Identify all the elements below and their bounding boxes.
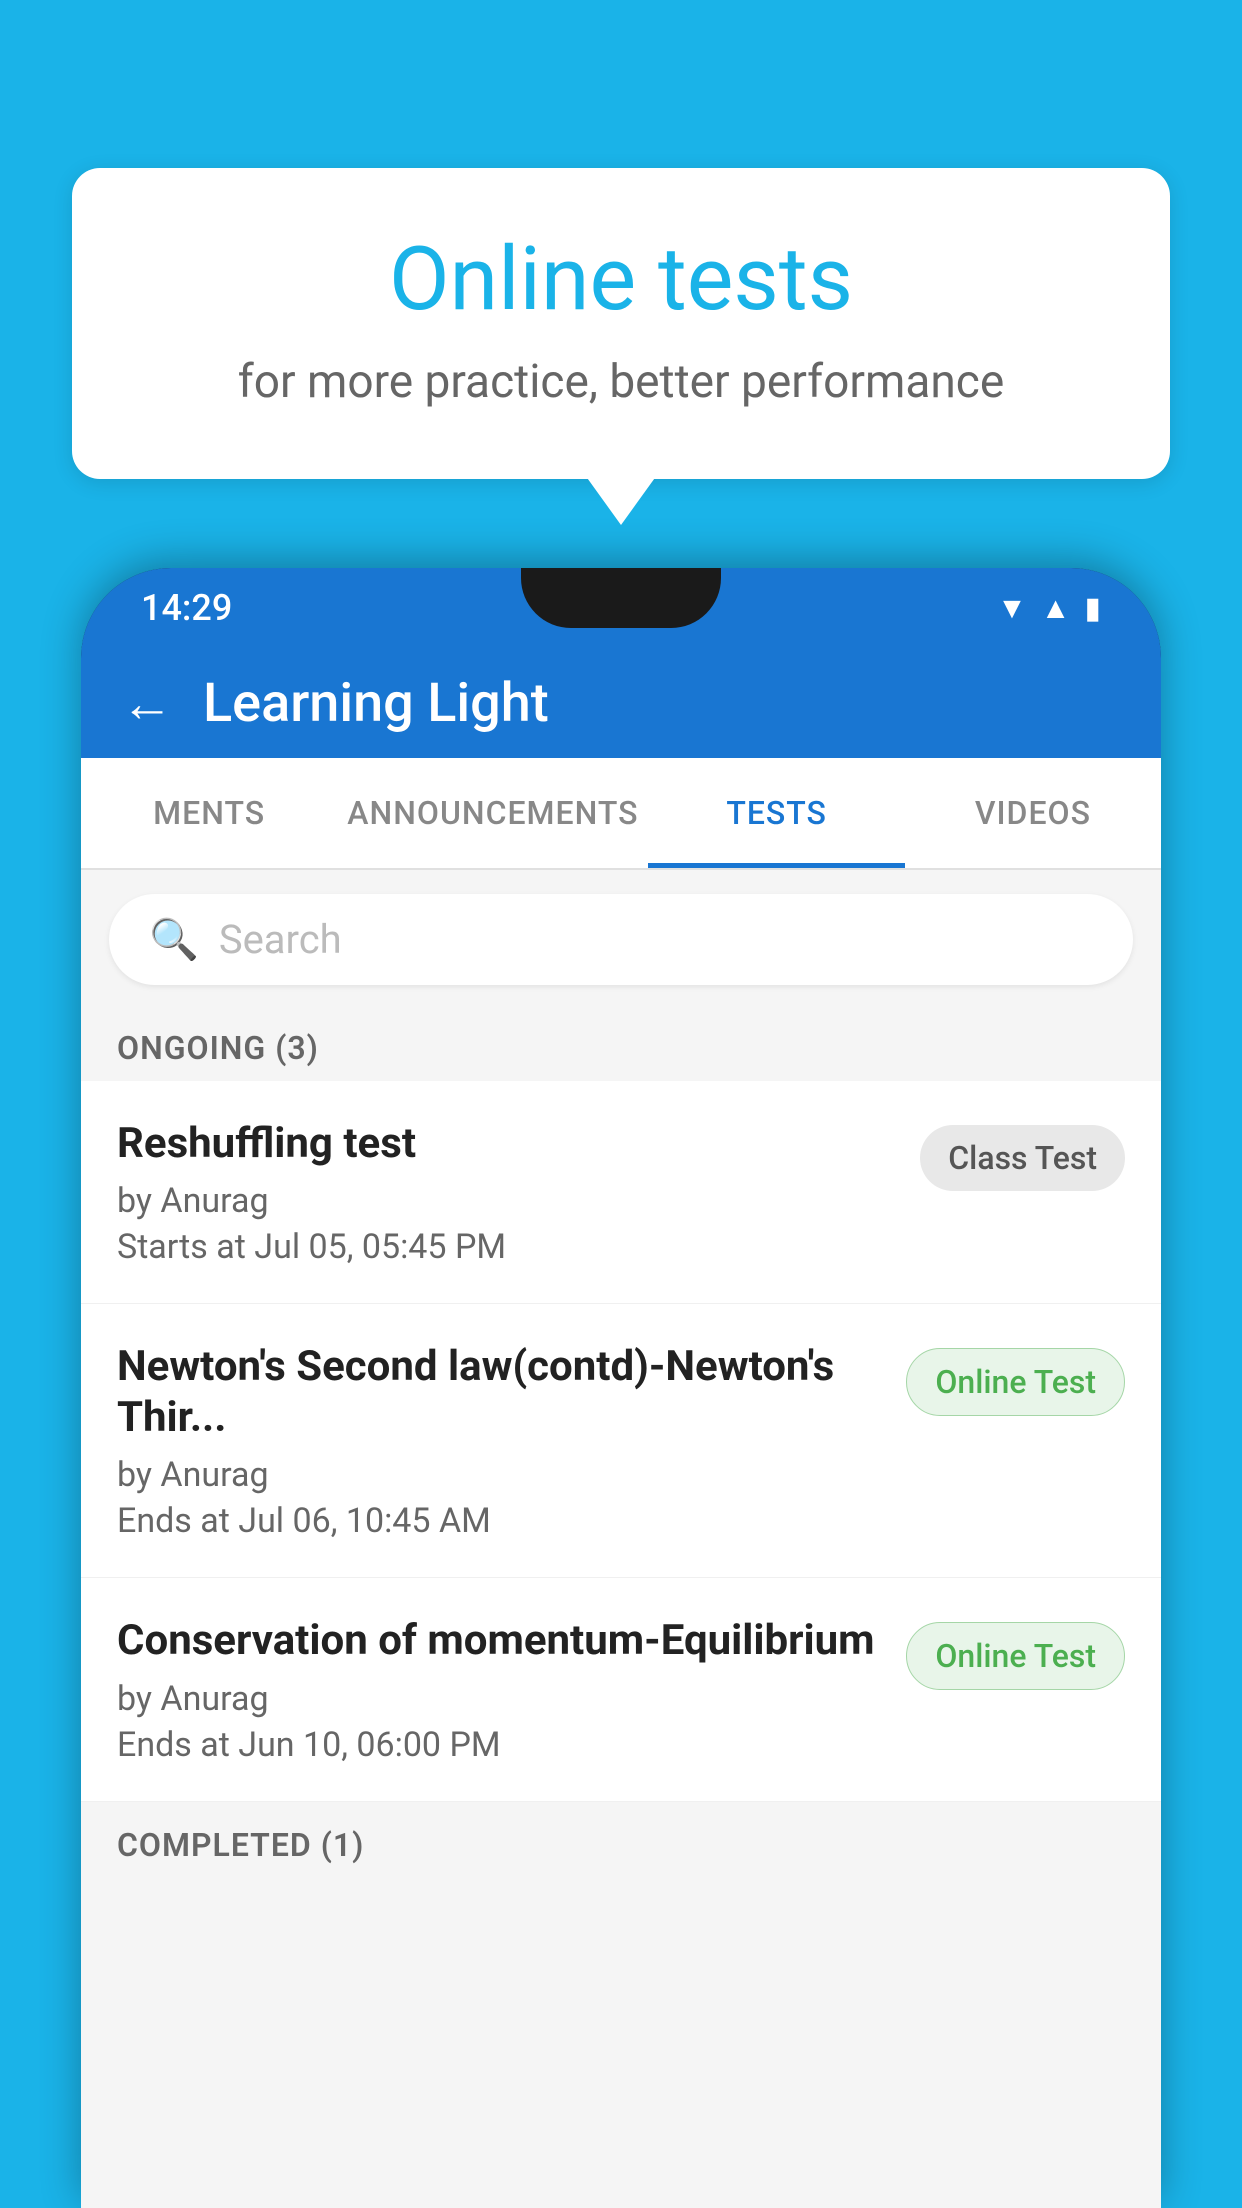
battery-icon: ▮: [1084, 591, 1101, 626]
test-badge-2: Online Test: [906, 1348, 1125, 1416]
test-info-1: Reshuffling test by Anurag Starts at Jul…: [117, 1119, 900, 1267]
app-header: ← Learning Light: [81, 648, 1161, 758]
test-item-3[interactable]: Conservation of momentum-Equilibrium by …: [81, 1578, 1161, 1801]
test-by-1: by Anurag: [117, 1181, 900, 1221]
test-by-2: by Anurag: [117, 1455, 886, 1495]
test-time-1: Starts at Jul 05, 05:45 PM: [117, 1227, 900, 1267]
tab-ments[interactable]: MENTS: [81, 758, 337, 868]
bubble-subtitle: for more practice, better performance: [152, 355, 1090, 409]
tab-announcements[interactable]: ANNOUNCEMENTS: [337, 758, 648, 868]
test-badge-3: Online Test: [906, 1622, 1125, 1690]
bubble-title: Online tests: [152, 228, 1090, 331]
test-info-2: Newton's Second law(contd)-Newton's Thir…: [117, 1342, 886, 1541]
test-list: Reshuffling test by Anurag Starts at Jul…: [81, 1081, 1161, 1802]
test-item-2[interactable]: Newton's Second law(contd)-Newton's Thir…: [81, 1304, 1161, 1578]
test-badge-1: Class Test: [920, 1125, 1125, 1191]
signal-icon: ▲: [1041, 591, 1071, 626]
tab-tests[interactable]: TESTS: [648, 758, 904, 868]
status-time: 14:29: [141, 587, 232, 629]
wifi-icon: ▼: [997, 591, 1027, 626]
test-time-2: Ends at Jul 06, 10:45 AM: [117, 1501, 886, 1541]
test-item-1[interactable]: Reshuffling test by Anurag Starts at Jul…: [81, 1081, 1161, 1304]
tabs-bar: MENTS ANNOUNCEMENTS TESTS VIDEOS: [81, 758, 1161, 870]
test-info-3: Conservation of momentum-Equilibrium by …: [117, 1616, 886, 1764]
test-name-1: Reshuffling test: [117, 1119, 900, 1169]
app-title: Learning Light: [203, 672, 549, 735]
notch: [521, 568, 721, 628]
phone-frame: 14:29 ▼ ▲ ▮ ← Learning Light MENTS ANNOU…: [81, 568, 1161, 2208]
status-bar: 14:29 ▼ ▲ ▮: [81, 568, 1161, 648]
test-time-3: Ends at Jun 10, 06:00 PM: [117, 1725, 886, 1765]
status-icons: ▼ ▲ ▮: [997, 591, 1101, 626]
tab-videos[interactable]: VIDEOS: [905, 758, 1161, 868]
content-area: 🔍 Search ONGOING (3) Reshuffling test by…: [81, 870, 1161, 2208]
test-name-2: Newton's Second law(contd)-Newton's Thir…: [117, 1342, 886, 1443]
ongoing-section-header: ONGOING (3): [81, 1009, 1161, 1081]
test-name-3: Conservation of momentum-Equilibrium: [117, 1616, 886, 1666]
speech-bubble: Online tests for more practice, better p…: [72, 168, 1170, 479]
search-placeholder: Search: [219, 916, 342, 963]
completed-section-header: COMPLETED (1): [81, 1806, 1161, 1878]
search-bar[interactable]: 🔍 Search: [109, 894, 1133, 985]
search-icon: 🔍: [149, 916, 199, 963]
back-button[interactable]: ←: [121, 673, 173, 734]
test-by-3: by Anurag: [117, 1679, 886, 1719]
search-bar-wrap: 🔍 Search: [81, 870, 1161, 1009]
